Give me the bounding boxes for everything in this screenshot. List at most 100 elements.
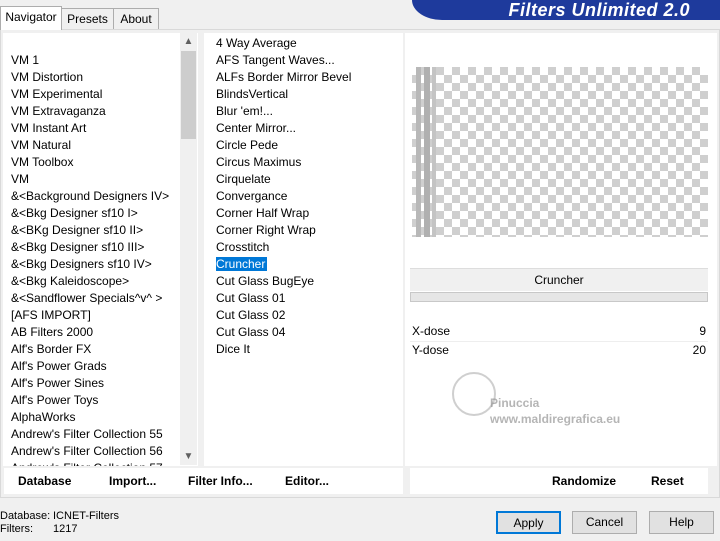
filter-item[interactable]: AFS Tangent Waves... [216, 52, 403, 69]
filter-item[interactable]: Blur 'em!... [216, 103, 403, 120]
category-label: &<Bkg Kaleidoscope> [11, 274, 130, 288]
category-item[interactable]: VM Experimental [11, 86, 198, 103]
category-label: Andrew's Filter Collection 56 [11, 444, 163, 458]
database-status-value: ICNET-Filters [53, 510, 119, 522]
filter-item[interactable]: Convergance [216, 188, 403, 205]
category-item[interactable]: &<Sandflower Specials^v^ > [11, 290, 198, 307]
filter-item[interactable]: BlindsVertical [216, 86, 403, 103]
category-label: VM [11, 172, 29, 186]
category-label: VM Toolbox [11, 155, 74, 169]
category-item[interactable]: VM [11, 171, 198, 188]
category-label: Andrew's Filter Collection 57 [11, 461, 163, 466]
category-label: Alf's Power Toys [11, 393, 99, 407]
help-button[interactable]: Help [649, 511, 714, 534]
filter-item[interactable]: Corner Right Wrap [216, 222, 403, 239]
filter-label: Dice It [216, 342, 251, 356]
cancel-button[interactable]: Cancel [572, 511, 637, 534]
filter-item[interactable]: Corner Half Wrap [216, 205, 403, 222]
filter-item[interactable]: Cut Glass 04 [216, 324, 403, 341]
category-list[interactable]: VM 1 VM Distortion VM Experimental VM Extra… [3, 33, 198, 466]
category-label: VM Experimental [11, 87, 103, 101]
category-item[interactable]: VM Instant Art [11, 120, 198, 137]
filter-item[interactable]: Cut Glass 01 [216, 290, 403, 307]
filter-item[interactable]: Crosstitch [216, 239, 403, 256]
scrollbar-thumb[interactable] [181, 51, 196, 139]
category-item[interactable]: &<BKg Designer sf10 II> [11, 222, 198, 239]
category-item[interactable]: VM Natural [11, 137, 198, 154]
filter-info-button[interactable]: Filter Info... [188, 473, 253, 489]
randomize-button[interactable]: Randomize [552, 473, 616, 489]
category-item[interactable]: &<Bkg Designer sf10 III> [11, 239, 198, 256]
filter-item[interactable]: Circus Maximus [216, 154, 403, 171]
filter-item[interactable]: Cut Glass 02 [216, 307, 403, 324]
category-item[interactable]: Andrew's Filter Collection 56 [11, 443, 198, 460]
tab-about[interactable]: About [113, 8, 159, 29]
filter-item[interactable]: Dice It [216, 341, 403, 358]
category-item[interactable]: VM Distortion [11, 69, 198, 86]
selected-filter-name: Cruncher [410, 268, 708, 291]
filter-label: Crosstitch [216, 240, 270, 254]
database-button[interactable]: Database [18, 473, 71, 489]
category-item[interactable]: &<Bkg Kaleidoscope> [11, 273, 198, 290]
category-list-panel: VM 1 VM Distortion VM Experimental VM Extra… [3, 33, 198, 466]
category-item[interactable]: Alf's Border FX [11, 341, 198, 358]
category-label: &<Bkg Designer sf10 I> [11, 206, 138, 220]
tab-navigator[interactable]: Navigator [0, 6, 62, 30]
category-label: VM Extravaganza [11, 104, 106, 118]
category-item[interactable]: Alf's Power Grads [11, 358, 198, 375]
category-label: &<Background Designers IV> [11, 189, 170, 203]
filter-label: Cut Glass BugEye [216, 274, 315, 288]
filter-list[interactable]: 4 Way Average AFS Tangent Waves... ALFs Bo… [204, 33, 403, 358]
reset-button[interactable]: Reset [651, 473, 684, 489]
category-label: &<Bkg Designer sf10 III> [11, 240, 145, 254]
filter-label: BlindsVertical [216, 87, 289, 101]
filter-list-panel: 4 Way Average AFS Tangent Waves... ALFs Bo… [204, 33, 403, 466]
category-item[interactable]: VM Extravaganza [11, 103, 198, 120]
filter-label: Blur 'em!... [216, 104, 273, 118]
filter-label: Cruncher [216, 257, 268, 271]
filter-label: Cirquelate [216, 172, 271, 186]
filter-label: Circus Maximus [216, 155, 302, 169]
category-item[interactable]: Alf's Power Toys [11, 392, 198, 409]
filter-item[interactable]: ALFs Border Mirror Bevel [216, 69, 403, 86]
tab-presets[interactable]: Presets [61, 8, 114, 29]
scroll-down-icon[interactable]: ▼ [180, 448, 197, 465]
filter-item[interactable]: Cirquelate [216, 171, 403, 188]
category-item[interactable]: Alf's Power Sines [11, 375, 198, 392]
category-item[interactable]: VM 1 [11, 52, 198, 69]
filter-label: Circle Pede [216, 138, 279, 152]
category-item[interactable]: Andrew's Filter Collection 57 [11, 460, 198, 466]
editor-button[interactable]: Editor... [285, 473, 329, 489]
filter-label: Cut Glass 01 [216, 291, 286, 305]
category-label: AB Filters 2000 [11, 325, 94, 339]
filter-item[interactable]: 4 Way Average [216, 35, 403, 52]
filter-item[interactable]: Cruncher [216, 256, 403, 273]
category-label: Alf's Power Sines [11, 376, 104, 390]
apply-button[interactable]: Apply [496, 511, 561, 534]
filters-count-value: 1217 [53, 523, 78, 535]
category-item[interactable]: [AFS IMPORT] [11, 307, 198, 324]
category-label: Andrew's Filter Collection 55 [11, 427, 163, 441]
category-item[interactable]: AlphaWorks [11, 409, 198, 426]
category-item[interactable]: VM Toolbox [11, 154, 198, 171]
scroll-up-icon[interactable]: ▲ [180, 33, 197, 50]
filter-label: Cut Glass 02 [216, 308, 286, 322]
import-button[interactable]: Import... [109, 473, 156, 489]
app-title: Filters Unlimited 2.0 [508, 0, 690, 20]
category-scrollbar[interactable]: ▲ ▼ [180, 33, 197, 465]
param-value: 20 [692, 343, 706, 357]
category-item[interactable]: &<Bkg Designer sf10 I> [11, 205, 198, 222]
param-row-y-dose[interactable]: Y-dose 20 [410, 341, 708, 359]
database-status-label: Database: [0, 510, 51, 522]
filter-item[interactable]: Circle Pede [216, 137, 403, 154]
filter-item[interactable]: Cut Glass BugEye [216, 273, 403, 290]
category-label: [AFS IMPORT] [11, 308, 91, 322]
category-item[interactable]: Andrew's Filter Collection 55 [11, 426, 198, 443]
category-label: VM Instant Art [11, 121, 87, 135]
param-row-x-dose[interactable]: X-dose 9 [410, 323, 708, 340]
category-item[interactable]: &<Bkg Designers sf10 IV> [11, 256, 198, 273]
category-item[interactable]: &<Background Designers IV> [11, 188, 198, 205]
category-item[interactable]: AB Filters 2000 [11, 324, 198, 341]
filter-label: Corner Half Wrap [216, 206, 310, 220]
filter-item[interactable]: Center Mirror... [216, 120, 403, 137]
